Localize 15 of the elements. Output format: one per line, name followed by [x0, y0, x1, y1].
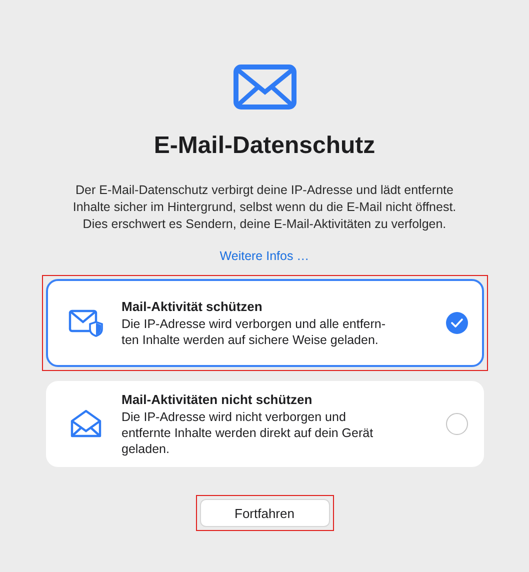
envelope-icon [232, 64, 296, 110]
option-title: Mail-Aktivitäten nicht schützen [122, 392, 314, 406]
envelope-shield-icon [68, 308, 104, 338]
option-description: Die IP-Adresse wird verborgen und alle entfern- ten Inhalte werden auf sichere Weise geladen. [122, 316, 387, 348]
option-title: Mail-Aktivität schützen [122, 298, 264, 314]
page-title: E-Mail-Datenschutz [154, 132, 376, 160]
checkmark-icon [450, 318, 462, 328]
intro-text: Der E-Mail-Datenschutz verbirgt deine IP-Adresse und lädt entfernte Inhalte sicher im Hintergrund, selbst wenn du die E-Mail nicht öffnest. Dies erschwert es Sendern, deine E-Mail-Aktivitäten zu verfolgen. [72, 182, 456, 233]
more-info-link[interactable]: Weitere Infos … [220, 249, 310, 263]
radio-button[interactable] [446, 413, 468, 435]
checked-radio[interactable] [446, 312, 468, 334]
continue-button[interactable]: Fortfahren [200, 499, 330, 527]
option-card[interactable]: Mail-Aktivitäten nicht schützen Die IP-Adresse wird nicht verborgen und entfernte Inhalte werden direkt auf dein Gerät geladen. [46, 381, 484, 467]
option-card[interactable]: Mail-Aktivität schützen Die IP-Adresse wird verborgen und alle entfern- ten Inhalte werden auf sichere Weise geladen. [46, 279, 484, 367]
option-description: Die IP-Adresse wird nicht verborgen und entfernte Inhalte werden direkt auf dein Gerät geladen. [122, 408, 374, 456]
